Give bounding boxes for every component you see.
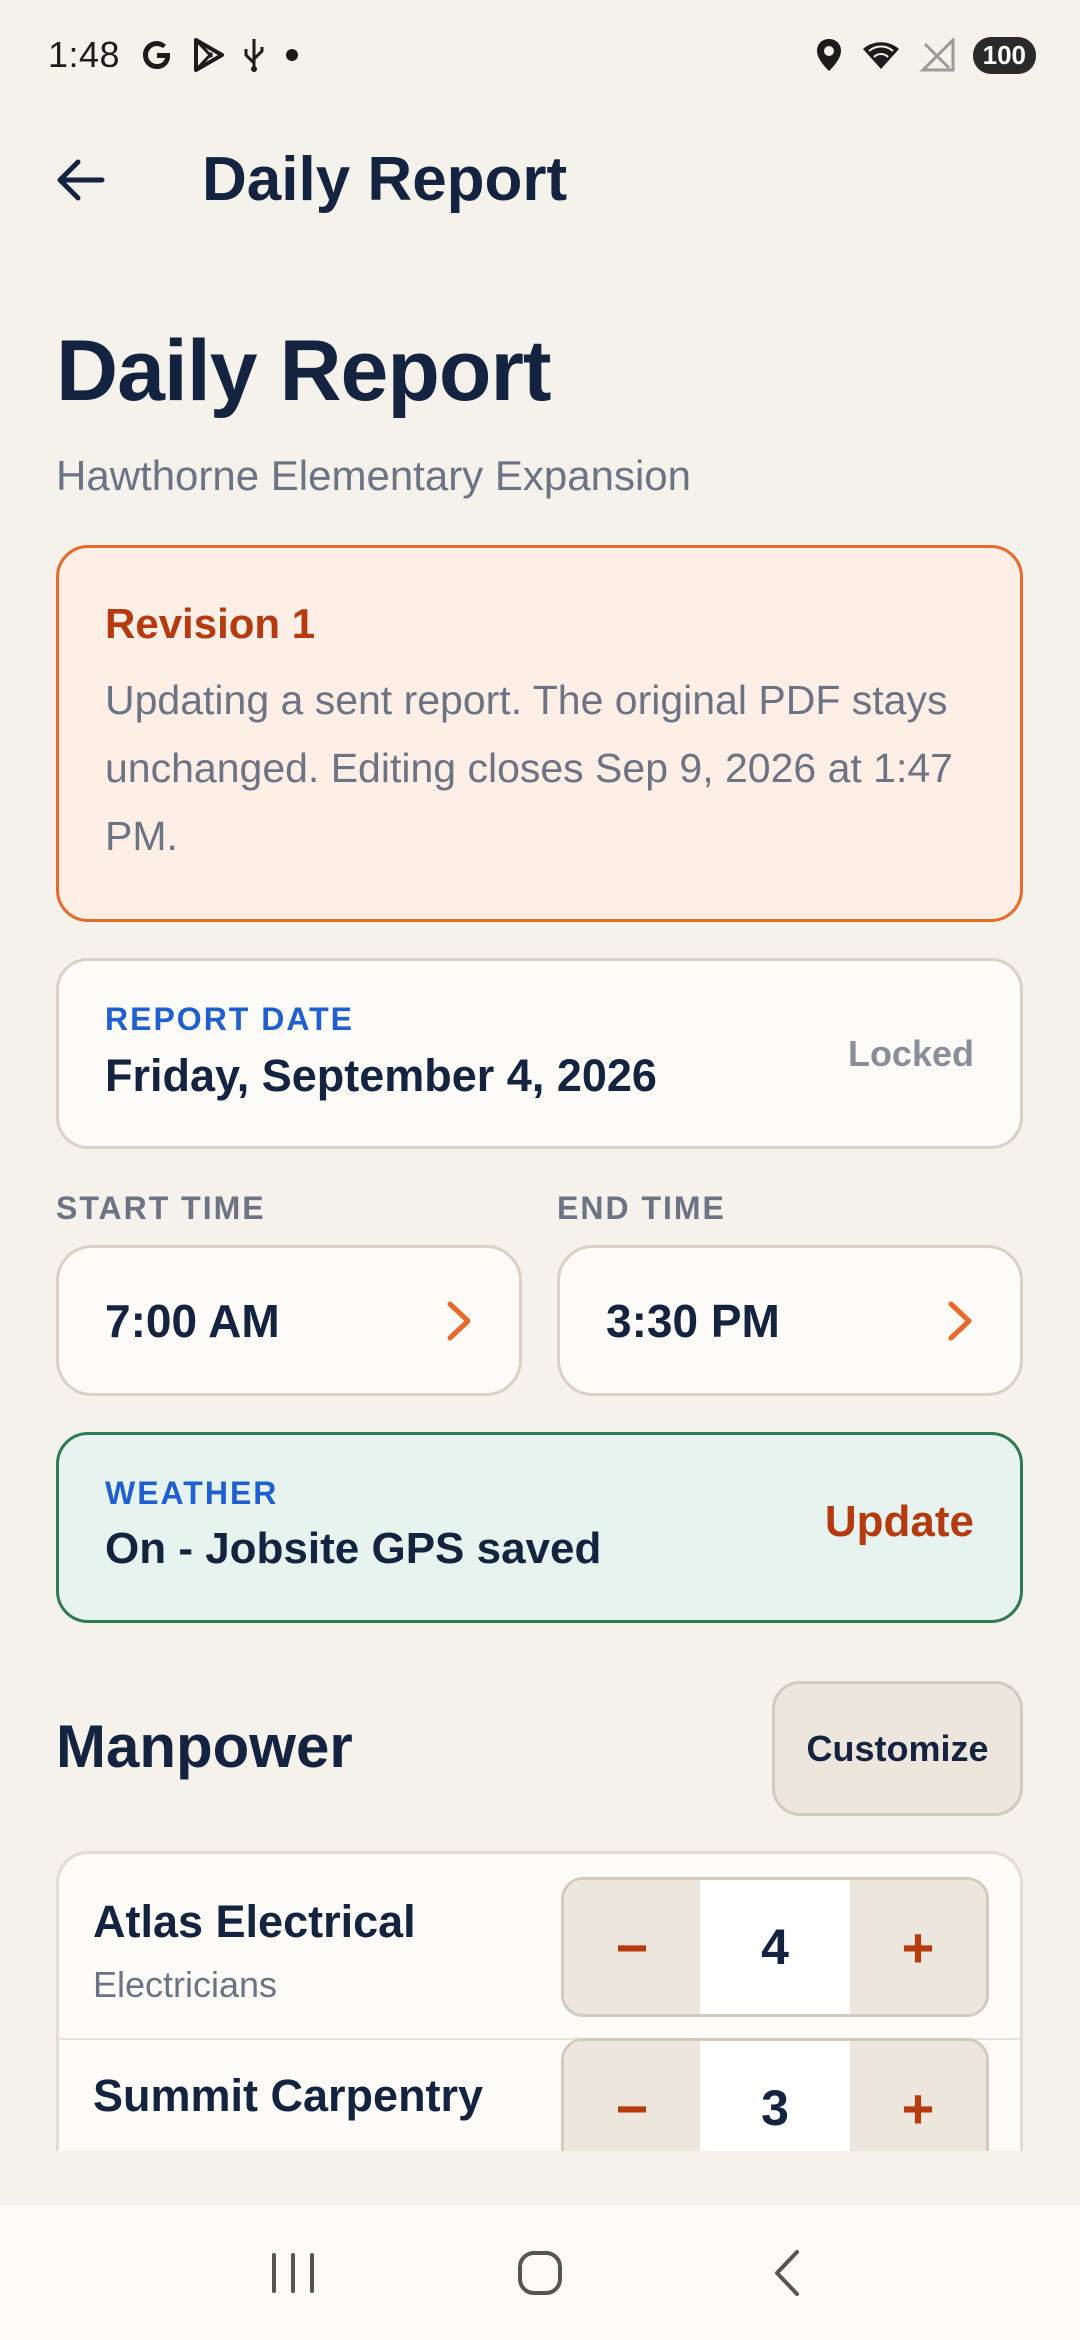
headcount-stepper: − 4 +: [561, 1877, 989, 2017]
revision-description: Updating a sent report. The original PDF…: [105, 677, 953, 859]
report-date-card: REPORT DATE Friday, September 4, 2026 Lo…: [56, 958, 1023, 1149]
notification-icons: [138, 36, 302, 74]
headcount-stepper: − 3 +: [561, 2038, 989, 2151]
decrement-button[interactable]: −: [564, 1880, 700, 2014]
app-bar-title: Daily Report: [202, 145, 568, 214]
list-item: Atlas Electrical Electricians − 4 +: [59, 1854, 1020, 2040]
manpower-list: Atlas Electrical Electricians − 4 + Summ…: [56, 1851, 1023, 2151]
back-arrow-icon: [57, 159, 105, 201]
list-item: Summit Carpentry − 3 +: [59, 2038, 1020, 2151]
report-date-value: Friday, September 4, 2026: [105, 1050, 657, 1101]
locked-badge: Locked: [847, 1033, 974, 1074]
start-time-field[interactable]: 7:00 AM: [56, 1245, 522, 1396]
system-icons: 100: [815, 36, 1036, 74]
home-icon: [517, 2250, 562, 2295]
status-time: 1:48: [48, 34, 121, 75]
home-button[interactable]: [480, 2223, 600, 2323]
weather-update-button[interactable]: Update: [825, 1497, 974, 1547]
manpower-title: Manpower: [56, 1713, 353, 1780]
headcount-value[interactable]: 4: [700, 1880, 850, 2014]
revision-title: Revision 1: [105, 600, 316, 647]
dot-icon: [286, 49, 299, 61]
project-name: Hawthorne Elementary Expansion: [56, 452, 692, 499]
status-bar: 1:48 100: [0, 0, 1080, 110]
chevron-right-icon: [946, 1300, 974, 1342]
battery-indicator: 100: [972, 36, 1036, 74]
system-back-button[interactable]: [727, 2223, 847, 2323]
customize-button[interactable]: Customize: [772, 1681, 1023, 1816]
play-store-icon: [194, 38, 225, 72]
start-time-label: START TIME: [56, 1190, 266, 1226]
decrement-button[interactable]: −: [564, 2041, 700, 2151]
usb-icon: [244, 39, 264, 72]
revision-notice: Revision 1 Updating a sent report. The o…: [56, 545, 1023, 922]
wifi-icon: [862, 42, 899, 69]
weather-card: WEATHER On - Jobsite GPS saved Update: [56, 1432, 1023, 1623]
report-date-label: REPORT DATE: [105, 1001, 354, 1037]
increment-button[interactable]: +: [850, 1880, 986, 2014]
location-icon: [816, 39, 841, 71]
signal-icon: [918, 38, 955, 72]
end-time-value: 3:30 PM: [606, 1294, 780, 1347]
end-time-field[interactable]: 3:30 PM: [557, 1245, 1023, 1396]
crew-name: Summit Carpentry: [93, 2070, 484, 2121]
system-nav-bar: [0, 2205, 1080, 2340]
recents-icon: [272, 2252, 315, 2293]
chevron-right-icon: [445, 1300, 473, 1342]
crew-name: Atlas Electrical: [93, 1896, 416, 1947]
headcount-value[interactable]: 3: [700, 2041, 850, 2151]
back-button[interactable]: [40, 148, 120, 212]
increment-button[interactable]: +: [850, 2041, 986, 2151]
google-icon: [143, 41, 172, 69]
back-chevron-icon: [774, 2249, 799, 2296]
crew-role: Electricians: [93, 1964, 278, 2005]
end-time-label: END TIME: [557, 1190, 726, 1226]
app-bar: Daily Report: [0, 130, 1080, 230]
start-time-value: 7:00 AM: [105, 1294, 280, 1347]
page-title: Daily Report: [56, 323, 552, 419]
recent-apps-button[interactable]: [233, 2223, 353, 2323]
